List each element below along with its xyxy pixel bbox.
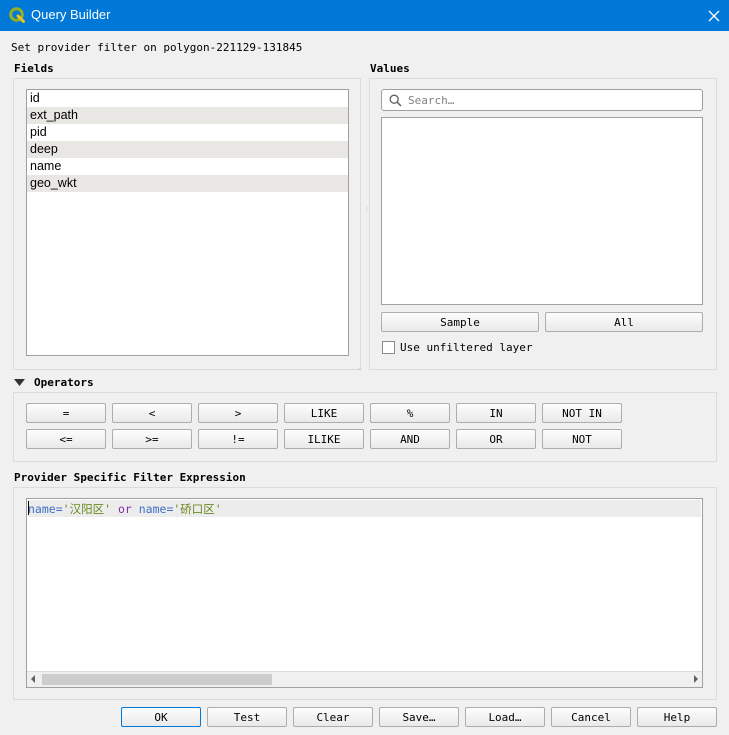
values-label: Values	[370, 62, 410, 75]
op-equals-button[interactable]: =	[26, 403, 106, 423]
string-token: '汉阳区'	[62, 502, 111, 516]
op-less-than-button[interactable]: <	[112, 403, 192, 423]
field-token: name	[28, 502, 56, 516]
qgis-logo-icon	[9, 7, 25, 23]
cancel-button[interactable]: Cancel	[551, 707, 631, 727]
use-unfiltered-layer-label: Use unfiltered layer	[400, 341, 533, 354]
op-not-equal-button[interactable]: !=	[198, 429, 278, 449]
op-percent-button[interactable]: %	[370, 403, 450, 423]
close-icon	[708, 10, 720, 21]
op-less-equal-button[interactable]: <=	[26, 429, 106, 449]
list-item[interactable]: pid	[27, 124, 348, 141]
op-greater-than-button[interactable]: >	[198, 403, 278, 423]
values-search-field[interactable]	[381, 89, 703, 111]
text-caret	[28, 501, 29, 515]
op-not-in-button[interactable]: NOT IN	[542, 403, 622, 423]
collapse-triangle-icon[interactable]	[14, 379, 25, 387]
dialog-subtitle: Set provider filter on polygon-221129-13…	[11, 41, 303, 54]
values-list[interactable]	[381, 117, 703, 305]
load-button[interactable]: Load…	[465, 707, 545, 727]
close-button[interactable]	[699, 0, 729, 31]
search-icon	[389, 94, 402, 107]
test-button[interactable]: Test	[207, 707, 287, 727]
scroll-left-icon[interactable]	[31, 675, 35, 683]
title-bar: Query Builder	[0, 0, 729, 31]
op-or-button[interactable]: OR	[456, 429, 536, 449]
horizontal-splitter-handle[interactable]: ⋯	[358, 367, 362, 373]
save-button[interactable]: Save…	[379, 707, 459, 727]
use-unfiltered-layer-checkbox[interactable]	[382, 341, 395, 354]
op-like-button[interactable]: LIKE	[284, 403, 364, 423]
operator-token: =	[55, 502, 63, 516]
list-item[interactable]: name	[27, 158, 348, 175]
operators-label: Operators	[34, 376, 94, 389]
search-input[interactable]	[408, 92, 698, 108]
list-item[interactable]: geo_wkt	[27, 175, 348, 192]
op-in-button[interactable]: IN	[456, 403, 536, 423]
scrollbar-thumb[interactable]	[42, 674, 272, 685]
horizontal-scrollbar[interactable]	[27, 671, 702, 687]
op-greater-equal-button[interactable]: >=	[112, 429, 192, 449]
filter-expression-text: name='汉阳区' or name='硚口区'	[28, 501, 222, 517]
keyword-token: or	[117, 502, 132, 516]
op-and-button[interactable]: AND	[370, 429, 450, 449]
scroll-right-icon[interactable]	[694, 675, 698, 683]
filter-expression-label: Provider Specific Filter Expression	[14, 471, 246, 484]
clear-button[interactable]: Clear	[293, 707, 373, 727]
list-item[interactable]: ext_path	[27, 107, 348, 124]
string-token: '硚口区'	[173, 502, 222, 516]
all-button[interactable]: All	[545, 312, 703, 332]
fields-label: Fields	[14, 62, 54, 75]
op-not-button[interactable]: NOT	[542, 429, 622, 449]
window-title: Query Builder	[31, 7, 111, 22]
field-token: name	[138, 502, 167, 516]
list-item[interactable]: deep	[27, 141, 348, 158]
list-item[interactable]: id	[27, 90, 348, 107]
sample-button[interactable]: Sample	[381, 312, 539, 332]
op-ilike-button[interactable]: ILIKE	[284, 429, 364, 449]
help-button[interactable]: Help	[637, 707, 717, 727]
fields-list[interactable]: id ext_path pid deep name geo_wkt	[26, 89, 349, 356]
filter-expression-editor[interactable]: name='汉阳区' or name='硚口区'	[26, 498, 703, 688]
ok-button[interactable]: OK	[121, 707, 201, 727]
